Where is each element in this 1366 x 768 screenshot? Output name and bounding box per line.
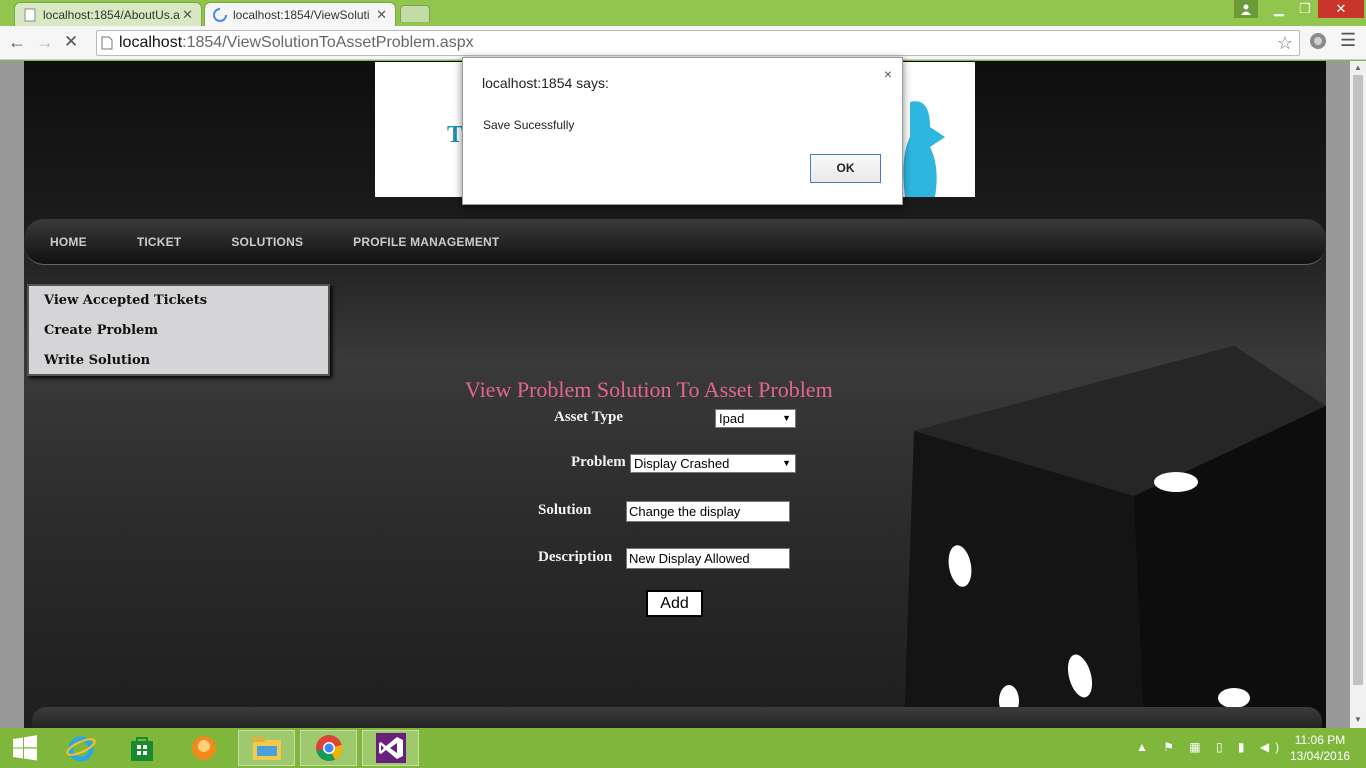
problem-select[interactable]: Display Crashed ▼ <box>630 454 796 473</box>
menu-item-write-solution[interactable]: Write Solution <box>29 352 328 382</box>
clock-date: 13/04/2016 <box>1290 749 1351 763</box>
loading-icon <box>213 7 227 22</box>
clock-time: 11:06 PM <box>1294 733 1346 747</box>
solution-label: Solution <box>538 502 592 518</box>
chrome-icon[interactable] <box>300 730 357 766</box>
nav-solutions[interactable]: SOLUTIONS <box>231 235 303 249</box>
add-button[interactable]: Add <box>646 590 703 617</box>
alert-dialog: localhost:1854 says: × Save Sucessfully … <box>462 57 903 205</box>
scroll-up-icon[interactable]: ▲ <box>1354 63 1362 72</box>
visual-studio-icon[interactable] <box>362 730 419 766</box>
problem-value: Display Crashed <box>634 456 730 471</box>
solutions-dropdown-menu: View Accepted Tickets Create Problem Wri… <box>27 284 330 376</box>
description-label: Description <box>538 549 613 565</box>
user-icon[interactable] <box>1234 0 1258 18</box>
internet-explorer-icon[interactable] <box>52 730 109 766</box>
nav-ticket[interactable]: TICKET <box>137 235 182 249</box>
page-title: View Problem Solution To Asset Problem <box>465 377 833 402</box>
browser-toolbar: ← → ✕ localhost:1854/ViewSolutionToAsset… <box>0 26 1366 60</box>
extension-icon[interactable] <box>1308 31 1328 56</box>
asset-type-label: Asset Type <box>554 409 624 425</box>
menu-item-create-problem[interactable]: Create Problem <box>29 322 328 352</box>
problem-label: Problem <box>571 454 626 470</box>
page-icon <box>24 8 36 21</box>
url-host: localhost <box>119 34 183 51</box>
ok-button[interactable]: OK <box>810 154 881 183</box>
windows-logo-icon <box>13 735 37 761</box>
chevron-down-icon: ▼ <box>782 458 791 468</box>
forward-icon[interactable]: → <box>36 32 54 53</box>
start-button[interactable] <box>0 730 50 766</box>
url-path: :1854/ViewSolutionToAssetProblem.aspx <box>182 34 474 51</box>
close-window-button[interactable]: ✕ <box>1318 0 1364 18</box>
bookmark-star-icon[interactable]: ☆ <box>1277 33 1293 54</box>
browser-tab-viewsolution[interactable]: localhost:1854/ViewSoluti ✕ <box>204 2 396 26</box>
store-icon[interactable] <box>113 730 170 766</box>
solution-input[interactable]: Change the display <box>626 501 790 522</box>
close-icon[interactable]: × <box>884 66 892 82</box>
asset-type-value: Ipad <box>719 411 745 426</box>
browser-tab-aboutus[interactable]: localhost:1854/AboutUs.a ✕ <box>14 2 202 26</box>
page-icon <box>101 36 113 50</box>
footer-bar <box>32 707 1322 728</box>
close-tab-icon[interactable]: ✕ <box>376 7 387 23</box>
tab-label: localhost:1854/ViewSoluti <box>233 7 370 22</box>
main-navigation: HOME TICKET SOLUTIONS PROFILE MANAGEMENT <box>24 219 1326 265</box>
nav-profile-management[interactable]: PROFILE MANAGEMENT <box>353 235 499 249</box>
windows-taskbar: ▲ ⚑ ▦ ▯ ▮ ◀) 11:06 PM 13/04/2016 <box>0 728 1366 768</box>
taskbar-clock[interactable]: 11:06 PM 13/04/2016 <box>1290 732 1350 764</box>
stop-icon[interactable]: ✕ <box>64 32 78 52</box>
alert-message: Save Sucessfully <box>483 118 575 132</box>
dice-pip <box>1154 472 1198 492</box>
back-icon[interactable]: ← <box>8 32 26 53</box>
system-tray-icons[interactable]: ▲ ⚑ ▦ ▯ ▮ ◀) <box>1136 740 1285 754</box>
minimize-button[interactable]: ▁ <box>1266 0 1292 18</box>
page-scrollbar[interactable]: ▲ ▼ <box>1350 61 1366 728</box>
file-explorer-icon[interactable] <box>238 730 295 766</box>
asset-type-select[interactable]: Ipad ▼ <box>715 409 796 428</box>
scroll-down-icon[interactable]: ▼ <box>1354 715 1362 724</box>
description-input[interactable]: New Display Allowed <box>626 548 790 569</box>
address-bar[interactable]: localhost:1854/ViewSolutionToAssetProble… <box>96 30 1300 56</box>
nav-home[interactable]: HOME <box>50 235 87 249</box>
close-tab-icon[interactable]: ✕ <box>182 7 193 23</box>
logo-figure-icon <box>903 101 945 197</box>
logo-letter: T <box>447 122 464 148</box>
scrollbar-thumb[interactable] <box>1353 75 1363 685</box>
restore-button[interactable]: ❐ <box>1292 0 1318 18</box>
new-tab-button[interactable] <box>400 5 430 22</box>
dice-background-image <box>904 346 1326 728</box>
chevron-down-icon: ▼ <box>782 413 791 423</box>
tab-label: localhost:1854/AboutUs.a <box>43 7 180 22</box>
menu-item-view-accepted-tickets[interactable]: View Accepted Tickets <box>29 292 328 322</box>
browser-tab-strip: localhost:1854/AboutUs.a ✕ localhost:185… <box>0 0 1366 26</box>
alert-title: localhost:1854 says: <box>482 75 609 91</box>
menu-icon[interactable]: ☰ <box>1340 30 1356 51</box>
media-app-icon[interactable] <box>175 730 232 766</box>
